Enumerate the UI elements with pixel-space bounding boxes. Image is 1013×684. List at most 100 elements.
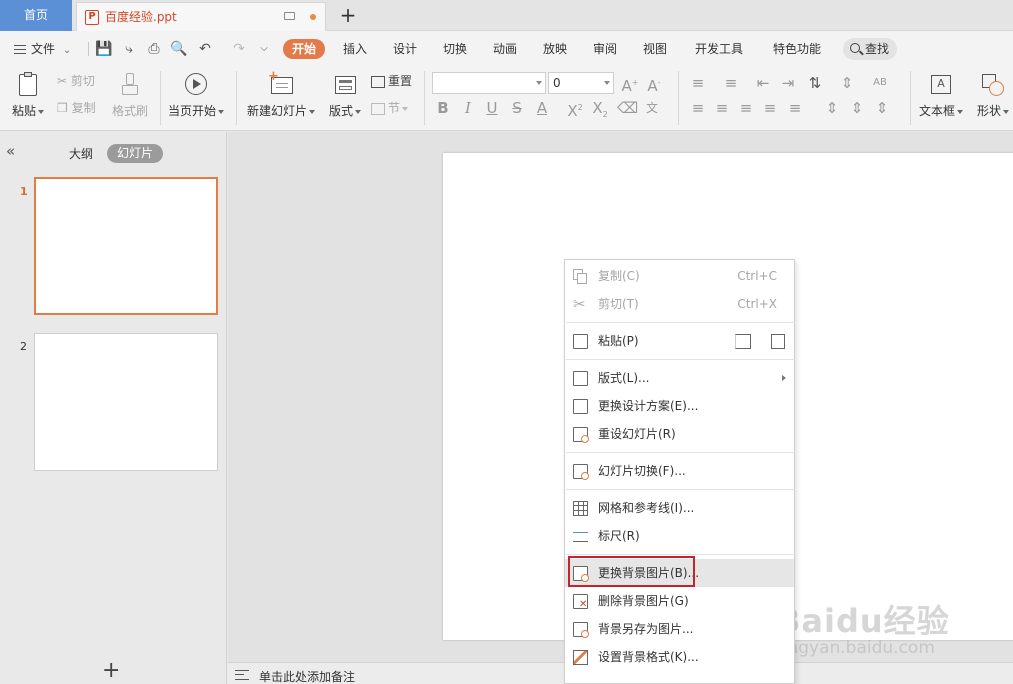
menu-item-label: 背景另存为图片...: [598, 622, 694, 636]
column-spacing-icon[interactable]: ⇕: [848, 99, 866, 117]
decrease-indent-icon[interactable]: ⇤: [754, 74, 772, 92]
menu-item-reset-slide[interactable]: 重设幻灯片(R): [565, 420, 794, 448]
menu-item-cut[interactable]: ✂ 剪切(T) Ctrl+X: [565, 290, 794, 318]
paste-icon: [15, 72, 41, 98]
numbering-icon[interactable]: ≡: [722, 74, 740, 92]
menu-item-paste[interactable]: 粘贴(P): [565, 327, 794, 355]
font-name-select[interactable]: [432, 72, 546, 94]
justify-icon[interactable]: ≡: [761, 99, 779, 117]
align-center-icon[interactable]: ≡: [713, 99, 731, 117]
bullets-icon[interactable]: ≡: [689, 74, 707, 92]
divider: [566, 322, 795, 323]
menu-item-label: 版式(L)...: [598, 371, 650, 385]
menu-item-ruler[interactable]: 标尺(R): [565, 522, 794, 550]
tab-developer[interactable]: 开发工具: [695, 39, 743, 59]
monitor-icon[interactable]: [284, 12, 295, 20]
dropdown-caret-icon: [38, 109, 44, 114]
hamburger-icon: [14, 45, 26, 54]
eraser-icon[interactable]: ⌫: [617, 99, 638, 117]
line-spacing-icon[interactable]: ⇕: [838, 74, 856, 92]
save-icon[interactable]: 💾: [95, 40, 113, 58]
collapse-panel-icon[interactable]: «: [6, 142, 15, 160]
context-menu: 复制(C) Ctrl+C ✂ 剪切(T) Ctrl+X 粘贴(P) 版式(L).…: [564, 259, 795, 684]
reset-button[interactable]: 重置: [371, 72, 412, 90]
search-button[interactable]: 查找: [843, 38, 897, 60]
tab-insert[interactable]: 插入: [343, 39, 367, 59]
tab-outline[interactable]: 大纲: [69, 145, 93, 162]
tab-start[interactable]: 开始: [283, 39, 326, 59]
paragraph-spacing-icon[interactable]: ⇕: [823, 99, 841, 117]
tab-animation[interactable]: 动画: [493, 39, 517, 59]
slide-number: 2: [20, 340, 27, 353]
home-tab[interactable]: 首页: [0, 0, 72, 31]
increase-font-icon[interactable]: A+: [621, 74, 639, 95]
tab-design[interactable]: 设计: [393, 39, 417, 59]
paste-text-icon[interactable]: [771, 334, 785, 349]
layout-button[interactable]: 版式: [327, 72, 363, 119]
tab-transition[interactable]: 切换: [443, 39, 467, 59]
font-color-icon[interactable]: A: [533, 99, 551, 117]
slide-thumbnail[interactable]: [34, 177, 218, 315]
tab-review[interactable]: 审阅: [593, 39, 617, 59]
redo-icon[interactable]: ↷: [230, 40, 248, 58]
strikethrough-icon[interactable]: S: [508, 99, 526, 117]
underline-icon[interactable]: U: [483, 99, 501, 117]
align-right-icon[interactable]: ≡: [737, 99, 755, 117]
dropdown-caret-icon: [309, 109, 315, 114]
font-size-select[interactable]: 0: [548, 72, 614, 94]
menu-item-copy[interactable]: 复制(C) Ctrl+C: [565, 262, 794, 290]
divider: [88, 42, 89, 56]
menu-item-layout[interactable]: 版式(L)...: [565, 364, 794, 392]
increase-indent-icon[interactable]: ⇥: [779, 74, 797, 92]
paste-picture-icon[interactable]: [735, 334, 751, 349]
spacing-options-icon[interactable]: ⇕: [873, 99, 891, 117]
preview-icon[interactable]: 🔍: [170, 40, 188, 58]
from-current-slide-button[interactable]: 当页开始: [166, 72, 226, 119]
new-slide-button[interactable]: + 新建幻灯片: [246, 70, 316, 119]
cut-button[interactable]: ✂ 剪切: [57, 72, 95, 90]
slide-thumbnail[interactable]: [34, 333, 218, 471]
dropdown-caret-icon: [402, 106, 409, 111]
section-button[interactable]: 节: [371, 99, 409, 117]
paste-icon: [573, 334, 588, 349]
layout-label: 版式: [328, 104, 353, 118]
format-painter-button[interactable]: 格式刷: [108, 72, 152, 119]
superscript-icon[interactable]: X2: [566, 99, 584, 120]
bold-icon[interactable]: B: [434, 99, 452, 117]
menu-item-save-background[interactable]: 背景另存为图片...: [565, 615, 794, 643]
textbox-button[interactable]: A 文本框: [918, 72, 964, 119]
paste-button[interactable]: 粘贴: [10, 72, 46, 119]
tab-special[interactable]: 特色功能: [773, 39, 821, 59]
text-case-icon[interactable]: AB: [871, 74, 889, 92]
notes-placeholder: 单击此处添加备注: [259, 670, 356, 684]
output-icon[interactable]: ⤷: [120, 40, 138, 58]
new-tab-button[interactable]: +: [336, 3, 360, 27]
text-direction-icon[interactable]: ⇅: [806, 74, 824, 92]
subscript-icon[interactable]: X2: [591, 99, 609, 119]
menu-item-change-design[interactable]: 更换设计方案(E)...: [565, 392, 794, 420]
shape-button[interactable]: 形状: [974, 72, 1012, 119]
print-icon[interactable]: ⎙: [145, 40, 163, 58]
document-tab[interactable]: P 百度经验.ppt: [76, 2, 326, 31]
unsaved-dot-icon[interactable]: [310, 14, 316, 20]
align-left-icon[interactable]: ≡: [689, 99, 707, 117]
add-slide-button[interactable]: +: [102, 660, 120, 682]
undo-icon[interactable]: ↶: [196, 40, 214, 58]
menu-item-transition[interactable]: 幻灯片切换(F)...: [565, 457, 794, 485]
italic-icon[interactable]: I: [459, 99, 477, 117]
menu-item-grid[interactable]: 网格和参考线(I)...: [565, 494, 794, 522]
file-menu[interactable]: 文件 ⌄: [14, 40, 71, 58]
tab-slideshow[interactable]: 放映: [543, 39, 567, 59]
copy-button[interactable]: ❐ 复制: [57, 99, 96, 117]
baidu-watermark-logo: Baidu经验: [776, 602, 950, 640]
menu-item-background-format[interactable]: 设置背景格式(K)...: [565, 643, 794, 671]
menu-item-delete-background-image[interactable]: ✕ 删除背景图片(G): [565, 587, 794, 615]
customize-quick-access-icon[interactable]: ⌵: [255, 40, 273, 58]
reset-icon: [371, 75, 385, 88]
phonetic-icon[interactable]: 文: [643, 99, 661, 117]
tab-slides[interactable]: 幻灯片: [107, 144, 163, 163]
tab-view[interactable]: 视图: [643, 39, 667, 59]
section-icon: [371, 102, 385, 115]
decrease-font-icon[interactable]: A-: [645, 74, 663, 95]
distribute-icon[interactable]: ≡: [786, 99, 804, 117]
